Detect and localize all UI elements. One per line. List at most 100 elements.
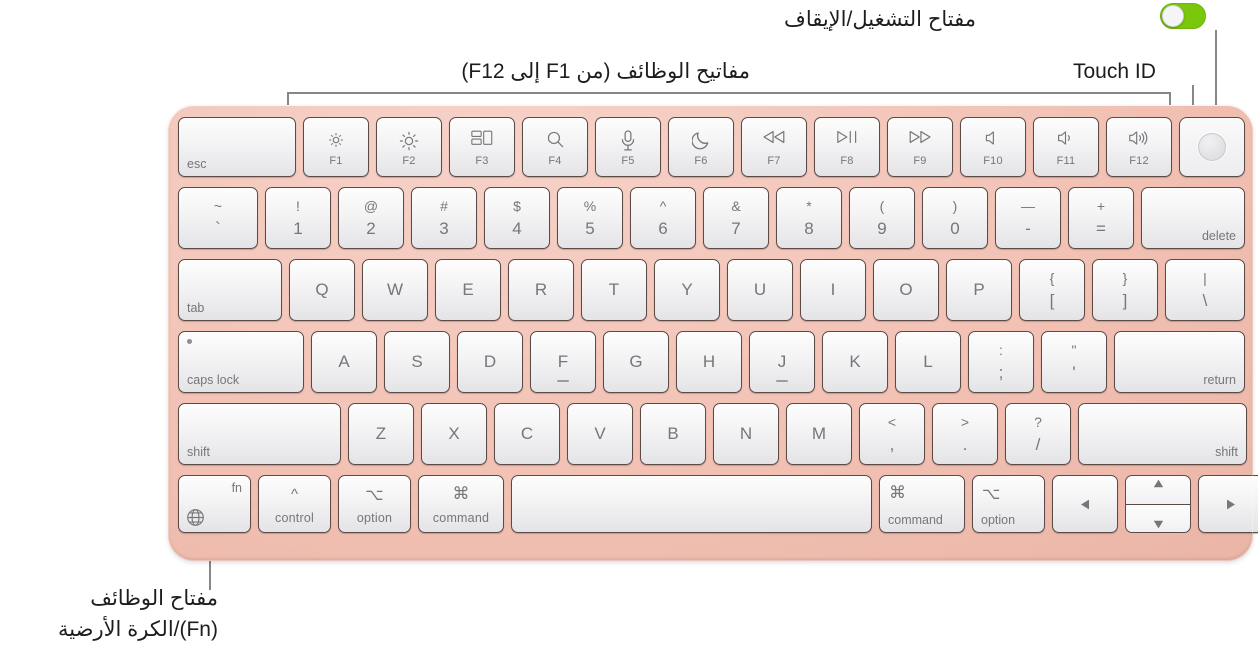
key-f12[interactable]: F12 [1106,117,1172,177]
key-l[interactable]: L [895,331,961,393]
key-semicolon[interactable]: :; [968,331,1034,393]
key-w[interactable]: W [362,259,428,321]
key-left-bracket[interactable]: {[ [1019,259,1085,321]
key-d[interactable]: D [457,331,523,393]
key-label: N [739,424,753,443]
homing-bar-icon [776,380,788,382]
key-arrow-up-down[interactable] [1125,475,1191,533]
key-s[interactable]: S [384,331,450,393]
key-backtick[interactable]: ~ ` [178,187,258,249]
key-label: tab [187,301,205,315]
command-icon: ⌘ [452,484,470,503]
key-1[interactable]: ! 1 [265,187,331,249]
key-caps-lock[interactable]: caps lock [178,331,304,393]
key-y[interactable]: Y [654,259,720,321]
key-f2[interactable]: F2 [376,117,442,177]
key-f7[interactable]: F7 [741,117,807,177]
key-quote[interactable]: " ' [1041,331,1107,393]
key-arrow-down[interactable] [1125,504,1191,533]
key-label: H [702,352,716,371]
do-not-disturb-moon-icon [669,130,733,150]
key-5[interactable]: % 5 [557,187,623,249]
key-f11[interactable]: F11 [1033,117,1099,177]
key-c[interactable]: C [494,403,560,465]
key-period[interactable]: >. [932,403,998,465]
key-f[interactable]: F [530,331,596,393]
key-label: C [520,424,534,443]
key-right-shift[interactable]: shift [1078,403,1247,465]
key-right-command[interactable]: ⌘ command [879,475,965,533]
key-left-option[interactable]: ⌥ option [338,475,411,533]
key-g[interactable]: G [603,331,669,393]
key-u[interactable]: U [727,259,793,321]
key-m[interactable]: M [786,403,852,465]
key-comma[interactable]: <, [859,403,925,465]
key-8[interactable]: * 8 [776,187,842,249]
key-label: E [462,280,474,299]
brightness-up-icon [377,130,441,152]
key-3[interactable]: #3 [411,187,477,249]
key-shift-legend: " [1071,342,1077,358]
key-f8[interactable]: F8 [814,117,880,177]
key-6[interactable]: ^ 6 [630,187,696,249]
key-0[interactable]: ) 0 [922,187,988,249]
key-9[interactable]: (9 [849,187,915,249]
key-x[interactable]: X [421,403,487,465]
key-arrow-left[interactable] [1052,475,1118,533]
key-f9[interactable]: F9 [887,117,953,177]
key-delete[interactable]: delete [1141,187,1245,249]
key-n[interactable]: N [713,403,779,465]
key-z[interactable]: Z [348,403,414,465]
key-minus[interactable]: — - [995,187,1061,249]
key-right-bracket[interactable]: }] [1092,259,1158,321]
key-b[interactable]: B [640,403,706,465]
key-h[interactable]: H [676,331,742,393]
key-space[interactable] [511,475,872,533]
touch-id-button[interactable] [1179,117,1245,177]
key-fn-globe[interactable]: fn [178,475,251,533]
power-toggle-switch[interactable] [1160,3,1206,29]
key-base-legend: ; [998,363,1004,382]
key-tab[interactable]: tab [178,259,282,321]
key-equal[interactable]: + = [1068,187,1134,249]
key-shift-legend: % [583,198,597,214]
key-slash[interactable]: ? / [1005,403,1071,465]
key-shift-legend: : [999,342,1003,358]
key-backslash[interactable]: | \ [1165,259,1245,321]
key-left-command[interactable]: ⌘ command [418,475,504,533]
key-f6[interactable]: F6 [668,117,734,177]
key-right-option[interactable]: ⌥ option [972,475,1045,533]
key-e[interactable]: E [435,259,501,321]
key-2[interactable]: @2 [338,187,404,249]
key-f3[interactable]: F3 [449,117,515,177]
key-f1[interactable]: F1 [303,117,369,177]
key-label: Y [681,280,693,299]
key-k[interactable]: K [822,331,888,393]
key-o[interactable]: O [873,259,939,321]
key-return[interactable]: return [1114,331,1245,393]
key-a[interactable]: A [311,331,377,393]
key-r[interactable]: R [508,259,574,321]
key-left-control[interactable]: ^ control [258,475,331,533]
key-f10[interactable]: F10 [960,117,1026,177]
key-esc[interactable]: esc [178,117,296,177]
home-key-row: caps lock A S D F G H J K L :; " ' retur… [178,331,1245,393]
key-t[interactable]: T [581,259,647,321]
key-left-shift[interactable]: shift [178,403,341,465]
key-7[interactable]: & 7 [703,187,769,249]
key-f4[interactable]: F4 [522,117,588,177]
key-q[interactable]: Q [289,259,355,321]
key-arrow-up[interactable] [1125,475,1191,504]
key-label: P [973,280,985,299]
key-v[interactable]: V [567,403,633,465]
key-shift-legend: # [440,198,448,214]
spotlight-search-icon [523,130,587,149]
key-f5[interactable]: F5 [595,117,661,177]
key-4[interactable]: $4 [484,187,550,249]
key-arrow-right[interactable] [1198,475,1258,533]
key-i[interactable]: I [800,259,866,321]
key-p[interactable]: P [946,259,1012,321]
key-j[interactable]: J [749,331,815,393]
keyboard-diagram: مفتاح التشغيل/الإيقاف Touch ID مفاتيح ال… [0,0,1258,668]
key-label: return [1203,373,1236,387]
